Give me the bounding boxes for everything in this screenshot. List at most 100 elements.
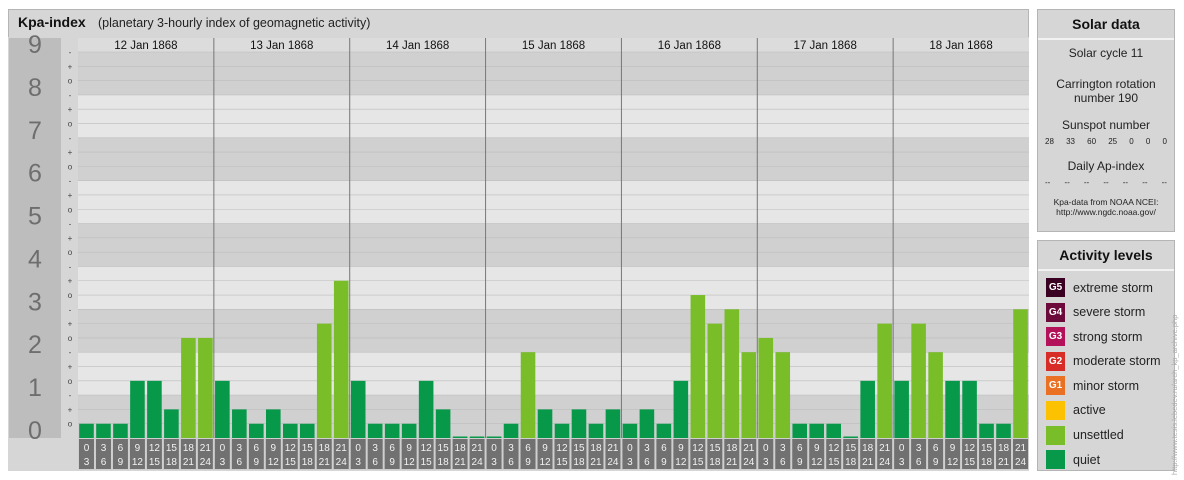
carrington-rotation-line1: Carrington rotation — [1056, 77, 1156, 91]
interval-end-label: 15 — [692, 457, 704, 468]
sunspot-value: 33 — [1066, 137, 1075, 146]
y-minor-marker: - — [69, 134, 72, 143]
interval-end-label: 12 — [539, 457, 551, 468]
data-source-link[interactable]: http://www.ngdc.noaa.gov/ — [1038, 207, 1174, 217]
sunspot-title: Sunspot number — [1061, 118, 1151, 132]
sunspot-value: 0 — [1129, 137, 1134, 146]
interval-start-label: 3 — [372, 443, 378, 454]
interval-end-label: 3 — [899, 457, 905, 468]
sunspot-value: 0 — [1145, 137, 1151, 146]
interval-start-label: 15 — [573, 443, 585, 454]
y-band — [78, 180, 1029, 224]
interval-end-label: 9 — [389, 457, 395, 468]
interval-start-label: 6 — [933, 443, 939, 454]
ap-index-value: -- — [1045, 178, 1051, 187]
interval-start-label: 12 — [964, 443, 976, 454]
y-minor-marker: + — [68, 148, 73, 157]
level-label: strong storm — [1073, 329, 1143, 344]
ap-index-value: -- — [1083, 178, 1090, 187]
kp-bar — [113, 423, 128, 438]
ap-index-value: -- — [1161, 178, 1167, 187]
interval-start-label: 0 — [899, 443, 905, 454]
y-minor-marker: o — [68, 420, 73, 429]
interval-start-label: 21 — [607, 443, 619, 454]
kp-bar — [96, 423, 111, 438]
chart-title: Kpa-index — [18, 14, 86, 30]
day-label: 18 Jan 1868 — [929, 40, 992, 52]
interval-start-label: 21 — [879, 443, 891, 454]
level-label: active — [1073, 403, 1106, 418]
y-minor-marker: o — [68, 248, 73, 257]
interval-start-label: 18 — [455, 443, 467, 454]
interval-end-label: 6 — [780, 457, 786, 468]
y-tick-label: 8 — [28, 74, 42, 102]
y-minor-marker: + — [68, 363, 73, 372]
kp-bar — [877, 323, 892, 438]
y-band — [78, 223, 1029, 267]
interval-end-label: 6 — [101, 457, 107, 468]
interval-start-label: 21 — [200, 443, 212, 454]
data-source-line1: Kpa-data from NOAA NCEI: — [1053, 197, 1159, 207]
interval-start-label: 6 — [797, 443, 803, 454]
interval-start-label: 3 — [508, 443, 514, 454]
interval-start-label: 9 — [678, 443, 684, 454]
y-minor-marker: o — [68, 377, 73, 386]
y-minor-marker: - — [69, 305, 72, 314]
interval-end-label: 3 — [627, 457, 633, 468]
sunspot-value: 25 — [1108, 137, 1118, 146]
interval-end-label: 12 — [268, 457, 280, 468]
solar-data-title: Solar data — [1038, 10, 1174, 40]
y-minor-marker: o — [68, 162, 73, 171]
interval-end-label: 24 — [607, 457, 619, 468]
interval-start-label: 18 — [862, 443, 874, 454]
interval-start-label: 0 — [220, 443, 226, 454]
y-minor-marker: - — [69, 262, 72, 271]
interval-end-label: 12 — [811, 457, 823, 468]
interval-start-label: 9 — [135, 443, 141, 454]
interval-start-label: 15 — [166, 443, 178, 454]
y-minor-marker: + — [68, 277, 73, 286]
level-label: minor storm — [1073, 378, 1139, 393]
interval-start-label: 0 — [627, 443, 633, 454]
day-label: 12 Jan 1868 — [114, 40, 177, 52]
interval-start-label: 9 — [406, 443, 412, 454]
interval-end-label: 18 — [573, 457, 585, 468]
carrington-rotation-line2: number 190 — [1073, 91, 1139, 105]
interval-end-label: 3 — [763, 457, 769, 468]
interval-start-label: 6 — [525, 443, 531, 454]
interval-end-label: 18 — [438, 457, 450, 468]
interval-end-label: 24 — [1015, 457, 1027, 468]
interval-end-label: 9 — [933, 457, 939, 468]
activity-levels-list: G5 extreme storm G4 severe storm G3 strong st… — [1038, 278, 1174, 470]
level-swatch — [1046, 450, 1065, 470]
y-minor-marker: + — [68, 105, 73, 114]
kp-bar — [792, 423, 808, 438]
interval-end-label: 21 — [590, 457, 602, 468]
kp-bar — [860, 380, 875, 438]
y-minor-marker: - — [69, 177, 72, 186]
interval-start-label: 18 — [590, 443, 602, 454]
kp-bar — [350, 380, 366, 438]
y-minor-marker: + — [68, 234, 73, 243]
kp-bar — [707, 323, 723, 438]
interval-start-label: 18 — [319, 443, 331, 454]
activity-levels-title: Activity levels — [1038, 241, 1174, 271]
interval-start-label: 6 — [118, 443, 124, 454]
interval-start-label: 12 — [421, 443, 433, 454]
kp-bar — [894, 380, 909, 438]
interval-start-label: 12 — [828, 443, 840, 454]
kp-bar — [384, 423, 400, 438]
y-minor-marker: - — [69, 348, 72, 357]
activity-level-item: unsettled — [1046, 425, 1174, 445]
ap-index-value: -- — [1122, 178, 1129, 187]
level-swatch: G5 — [1046, 278, 1065, 297]
sunspot-value: 28 — [1045, 137, 1054, 146]
interval-end-label: 24 — [472, 457, 484, 468]
kp-bar — [232, 409, 247, 438]
interval-end-label: 21 — [319, 457, 331, 468]
level-swatch: G3 — [1046, 327, 1065, 347]
interval-start-label: 12 — [556, 443, 568, 454]
ap-index-value: -- — [1103, 178, 1109, 187]
day-label: 16 Jan 1868 — [658, 40, 721, 52]
activity-levels-panel: Activity levels G5 extreme storm G4 severe … — [1037, 240, 1175, 471]
